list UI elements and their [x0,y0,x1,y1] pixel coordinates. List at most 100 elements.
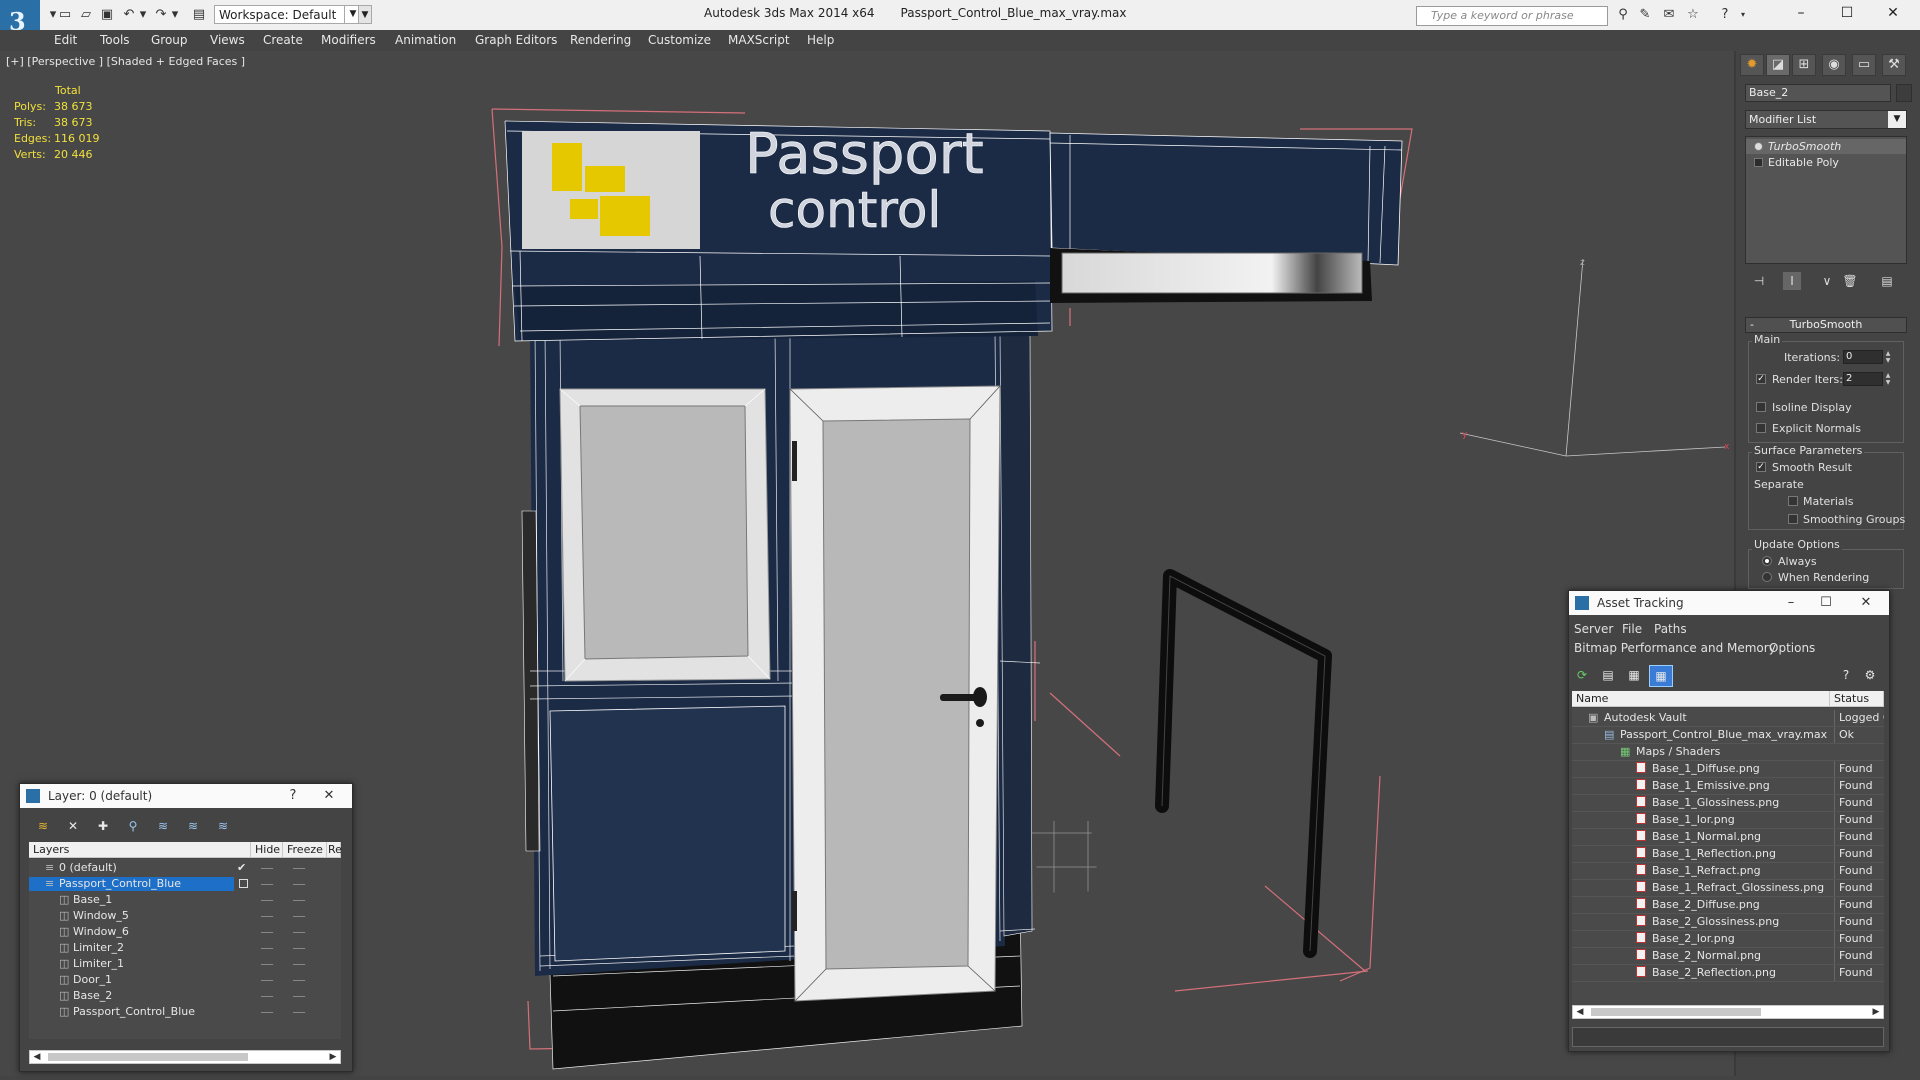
asset-row[interactable]: Base_2_Reflection.png Found [1572,965,1884,982]
object-color-swatch[interactable] [1896,84,1912,102]
smoothing-groups-checkbox[interactable] [1788,514,1798,524]
layer-row[interactable]: ◫ Passport_Control_Blue [29,1005,341,1019]
communication-icon[interactable]: ✉ [1660,6,1678,24]
asset-row[interactable]: Base_2_Diffuse.png Found [1572,897,1884,914]
expand-icon[interactable] [1754,158,1763,167]
column-layers[interactable]: Layers [29,842,251,858]
asset-path-field[interactable] [1572,1027,1884,1047]
menu-tools[interactable]: Tools [100,33,130,47]
asset-row[interactable]: ▦ Maps / Shaders [1572,744,1884,761]
when-rendering-radio[interactable] [1762,572,1772,582]
binoculars-icon[interactable]: ⚲ [1614,6,1632,24]
maximize-button[interactable]: ☐ [1809,591,1843,615]
asset-row[interactable]: Base_2_Ior.png Found [1572,931,1884,948]
menu-group[interactable]: Group [151,33,188,47]
isoline-display-checkbox[interactable] [1756,402,1766,412]
turbosmooth-rollout-header[interactable]: - TurboSmooth [1745,317,1907,333]
menu-views[interactable]: Views [210,33,245,47]
menu-modifiers[interactable]: Modifiers [321,33,376,47]
freeze-toggle[interactable] [293,884,305,885]
menu-animation[interactable]: Animation [395,33,456,47]
layer-row[interactable]: ◫ Limiter_2 [29,941,341,955]
tree-view-icon[interactable]: ▦ [1623,665,1645,685]
menu-bitmap-performance[interactable]: Bitmap Performance and Memory [1574,641,1776,655]
column-freeze[interactable]: Freeze [283,842,327,858]
display-tab-icon[interactable]: ▭ [1852,54,1876,76]
layer-row[interactable]: ◫ Limiter_1 [29,957,341,971]
asset-row[interactable]: Base_2_Normal.png Found [1572,948,1884,965]
minimize-button[interactable]: – [1778,0,1824,28]
asset-row[interactable]: Base_1_Diffuse.png Found [1572,761,1884,778]
freeze-toggle[interactable] [293,916,305,917]
search-input[interactable]: Type a keyword or phrase [1416,6,1608,26]
asset-row[interactable]: Base_1_Emissive.png Found [1572,778,1884,795]
menu-paths[interactable]: Paths [1654,622,1687,636]
maximize-button[interactable]: ☐ [1824,0,1870,28]
scroll-right-icon[interactable]: ▶ [326,1051,340,1063]
iterations-spinner[interactable]: 0 [1843,350,1883,364]
object-name-field[interactable]: Base_2 [1745,84,1891,102]
hide-toggle[interactable] [261,916,273,917]
remove-modifier-icon[interactable]: 🗑 [1841,272,1859,290]
layer-row[interactable]: ◫ Window_6 [29,925,341,939]
freeze-toggle[interactable] [293,900,305,901]
current-layer-check-icon[interactable]: ✔ [237,861,246,875]
help-icon[interactable]: ? [276,784,310,808]
spinner-arrows-icon[interactable]: ▲ ▼ [1884,350,1892,364]
hide-toggle[interactable] [261,996,273,997]
menu-server[interactable]: Server [1574,622,1613,636]
asset-row[interactable]: Base_1_Refract_Glossiness.png Found [1572,880,1884,897]
layer-horizontal-scrollbar[interactable]: ◀ ▶ [29,1050,341,1064]
asset-row[interactable]: ▤ Passport_Control_Blue_max_vray.max Ok [1572,727,1884,744]
settings-icon[interactable]: ⚙ [1859,665,1881,685]
close-button[interactable]: ✕ [1870,0,1916,28]
hide-toggle[interactable] [261,948,273,949]
undo-dropdown-icon[interactable]: ▾ [134,6,152,24]
close-icon[interactable]: ✕ [312,784,346,808]
configure-modifier-sets-icon[interactable]: ▤ [1878,272,1896,290]
subscription-icon[interactable]: ✎ [1636,6,1654,24]
create-layer-icon[interactable]: ≋ [32,816,54,836]
menu-create[interactable]: Create [263,33,303,47]
asset-row[interactable]: Base_1_Reflection.png Found [1572,846,1884,863]
create-tab-icon[interactable]: ✹ [1740,54,1764,76]
asset-row[interactable]: Base_2_Glossiness.png Found [1572,914,1884,931]
favorites-star-icon[interactable]: ☆ [1684,6,1702,24]
scroll-right-icon[interactable]: ▶ [1869,1006,1883,1018]
redo-dropdown-icon[interactable]: ▾ [166,6,184,24]
utilities-tab-icon[interactable]: ⚒ [1882,54,1906,76]
layer-row[interactable]: ◫ Base_1 [29,893,341,907]
layer-row[interactable]: ◫ Base_2 [29,989,341,1003]
asset-horizontal-scrollbar[interactable]: ◀ ▶ [1572,1005,1884,1019]
help-dropdown-icon[interactable]: ▾ [1734,6,1752,24]
menu-options[interactable]: Options [1769,641,1815,655]
column-name[interactable]: Name [1572,691,1830,707]
hide-all-layers-icon[interactable]: ≋ [182,816,204,836]
freeze-toggle[interactable] [293,996,305,997]
explicit-normals-checkbox[interactable] [1756,423,1766,433]
menu-customize[interactable]: Customize [648,33,711,47]
asset-row[interactable]: Base_1_Normal.png Found [1572,829,1884,846]
close-icon[interactable]: ✕ [1849,591,1883,615]
minimize-button[interactable]: – [1774,591,1808,615]
scroll-thumb[interactable] [1591,1008,1761,1016]
scroll-left-icon[interactable]: ◀ [30,1051,44,1063]
render-iters-checkbox[interactable]: ✓ [1756,374,1766,384]
layer-row[interactable]: ◫ Window_5 [29,909,341,923]
hide-toggle[interactable] [261,900,273,901]
smooth-result-checkbox[interactable]: ✓ [1756,462,1766,472]
column-status[interactable]: Status [1830,691,1884,707]
menu-edit[interactable]: Edit [54,33,77,47]
select-in-layer-icon[interactable]: ⚲ [122,816,144,836]
set-current-layer-icon[interactable] [239,879,248,888]
spinner-arrows-icon[interactable]: ▲ ▼ [1884,372,1892,386]
layer-row[interactable]: ◫ Door_1 [29,973,341,987]
project-folder-icon[interactable]: ▤ [190,6,208,24]
layer-row[interactable]: ≡ Passport_Control_Blue [29,877,341,891]
highlight-layer-icon[interactable]: ≋ [152,816,174,836]
delete-layer-icon[interactable]: ✕ [62,816,84,836]
list-view-icon[interactable]: ▤ [1597,665,1619,685]
workspace-menu-button[interactable]: ▼ [358,5,372,24]
freeze-toggle[interactable] [293,932,305,933]
bulb-icon[interactable] [1754,142,1763,151]
